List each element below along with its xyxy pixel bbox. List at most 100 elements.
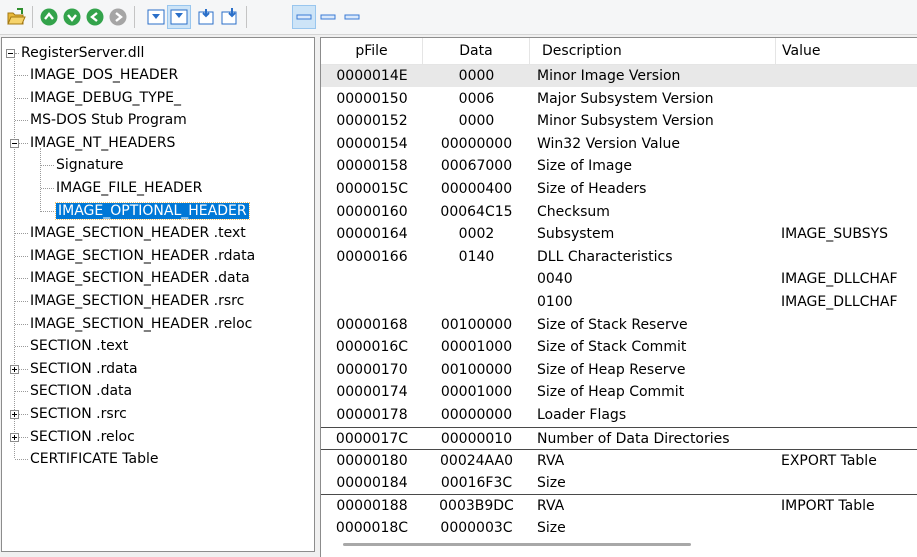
table-row[interactable]: 00000166 0140 DLL Characteristics — [321, 246, 917, 268]
list-header: pFile Data Description Value — [321, 38, 917, 65]
table-row[interactable]: 0000018C 0000003C Size — [321, 517, 917, 539]
tree-item[interactable]: SECTION .reloc — [30, 426, 135, 448]
cell-value — [776, 110, 917, 132]
view-bytes-icon[interactable] — [294, 7, 314, 27]
tree-item-label: IMAGE_DEBUG_TYPE_ — [30, 89, 181, 106]
table-row[interactable]: 00000184 00016F3C Size — [321, 472, 917, 494]
table-row[interactable]: 0000017C 00000010 Number of Data Directori… — [321, 426, 917, 450]
cell-pfile: 00000188 — [336, 498, 408, 515]
view-dword-icon[interactable] — [342, 7, 362, 27]
tree-item[interactable]: IMAGE_SECTION_HEADER .data — [30, 267, 250, 289]
table-row[interactable]: 00000170 00100000 Size of Heap Reserve — [321, 359, 917, 381]
table-row[interactable]: 00000180 00024AA0 RVA EXPORT Table — [321, 449, 917, 472]
cell-value: IMAGE_DLLCHAF — [781, 271, 898, 288]
view-detail-icon[interactable] — [169, 7, 189, 27]
table-row[interactable]: 0000015C 00000400 Size of Headers — [321, 178, 917, 200]
cell-value — [776, 428, 917, 450]
cell-value: IMAGE_SUBSYS — [781, 226, 889, 243]
table-row[interactable]: 00000150 0006 Major Subsystem Version — [321, 88, 917, 110]
tree-item[interactable]: IMAGE_SECTION_HEADER .rsrc — [30, 290, 244, 312]
column-header-description[interactable]: Description — [530, 38, 776, 64]
cell-pfile: 0000015C — [335, 181, 409, 197]
cell-value — [776, 336, 917, 358]
table-row[interactable]: 00000152 0000 Minor Subsystem Version — [321, 110, 917, 132]
column-header-pfile[interactable]: pFile — [321, 38, 423, 64]
horizontal-scrollbar[interactable] — [343, 543, 691, 546]
tree-item[interactable]: SECTION .text — [30, 335, 128, 357]
cell-value — [776, 359, 917, 381]
tree-item[interactable]: SECTION .data — [30, 380, 132, 402]
tree-item-root[interactable]: RegisterServer.dll — [21, 42, 144, 64]
tree-item[interactable]: IMAGE_DOS_HEADER — [30, 64, 178, 86]
tree-item[interactable]: MS-DOS Stub Program — [30, 109, 187, 131]
cell-value: IMPORT Table — [781, 498, 875, 515]
tree-item-label: IMAGE_SECTION_HEADER .rsrc — [30, 293, 245, 309]
table-row[interactable]: 0100 IMAGE_DLLCHAF — [321, 291, 917, 313]
cell-description: Minor Subsystem Version — [537, 113, 714, 130]
nav-last-icon[interactable] — [108, 7, 128, 27]
tree-item-label: IMAGE_NT_HEADERS — [30, 134, 176, 151]
tree-item[interactable]: IMAGE_SECTION_HEADER .reloc — [30, 313, 252, 335]
view-list-icon[interactable] — [146, 7, 166, 27]
table-row[interactable]: 00000160 00064C15 Checksum — [321, 201, 917, 223]
nav-forward-icon[interactable] — [85, 7, 105, 27]
tree-item-label: SECTION .text — [30, 338, 129, 355]
cell-pfile: 00000150 — [336, 90, 408, 107]
nav-first-icon[interactable] — [39, 7, 59, 27]
table-row[interactable]: 0000014E 0000 Minor Image Version — [321, 65, 917, 87]
view-word-icon[interactable] — [318, 7, 338, 27]
view-download-icon[interactable] — [220, 7, 240, 27]
nav-back-icon[interactable] — [62, 7, 82, 27]
table-row[interactable]: 00000164 0002 Subsystem IMAGE_SUBSYS — [321, 223, 917, 245]
tree-item[interactable]: SECTION .rsrc — [30, 403, 127, 425]
table-row[interactable]: 00000158 00067000 Size of Image — [321, 155, 917, 177]
cell-description: DLL Characteristics — [537, 248, 673, 265]
table-row[interactable]: 00000188 0003B9DC RVA IMPORT Table — [321, 494, 917, 517]
table-row[interactable]: 0000016C 00001000 Size of Stack Commit — [321, 336, 917, 358]
cell-description: Major Subsystem Version — [537, 90, 714, 107]
expand-icon[interactable] — [10, 364, 19, 374]
cell-value — [776, 88, 917, 110]
collapse-icon[interactable] — [6, 49, 15, 58]
table-row[interactable]: 00000154 00000000 Win32 Version Value — [321, 133, 917, 155]
cell-description: Checksum — [537, 203, 610, 220]
column-header-data[interactable]: Data — [423, 38, 530, 64]
cell-data: 0002 — [458, 226, 495, 243]
tree-item[interactable]: IMAGE_SECTION_HEADER .rdata — [30, 245, 255, 267]
table-row[interactable]: 00000178 00000000 Loader Flags — [321, 404, 917, 426]
toolbar-separator — [32, 6, 33, 28]
cell-description: Size of Stack Reserve — [537, 316, 688, 333]
cell-data: 0003B9DC — [439, 498, 514, 515]
cell-pfile: 00000170 — [336, 361, 408, 378]
cell-value — [776, 65, 917, 87]
cell-data: 00000400 — [440, 181, 513, 197]
cell-pfile: 00000184 — [336, 474, 408, 491]
table-row[interactable]: 00000168 00100000 Size of Stack Reserve — [321, 314, 917, 336]
tree-item-label: IMAGE_DOS_HEADER — [30, 67, 179, 83]
tree-item[interactable]: IMAGE_OPTIONAL_HEADER — [55, 200, 250, 222]
cell-description: Loader Flags — [537, 407, 627, 423]
tree-item-label: IMAGE_OPTIONAL_HEADER — [55, 201, 250, 220]
tree-item[interactable]: SECTION .rdata — [30, 358, 138, 380]
tree-item[interactable]: IMAGE_SECTION_HEADER .text — [30, 222, 246, 244]
details-list[interactable]: pFile Data Description Value 0000014E 000… — [320, 37, 917, 557]
expand-icon[interactable] — [10, 432, 19, 442]
table-row[interactable]: 0040 IMAGE_DLLCHAF — [321, 268, 917, 290]
tree-item-label: IMAGE_SECTION_HEADER .reloc — [30, 315, 253, 332]
tree-view[interactable]: RegisterServer.dll IMAGE_DOS_HEADER IMAGE… — [1, 37, 315, 552]
cell-description: Size of Stack Commit — [537, 339, 687, 356]
open-folder-icon[interactable] — [6, 7, 26, 27]
expand-icon[interactable] — [10, 410, 19, 419]
tree-item[interactable]: Signature — [56, 154, 124, 176]
table-row[interactable]: 00000174 00001000 Size of Heap Commit — [321, 381, 917, 403]
tree-item-label: IMAGE_SECTION_HEADER .rdata — [30, 247, 256, 264]
tree-item[interactable]: IMAGE_NT_HEADERS — [30, 132, 175, 154]
cell-pfile: 0000017C — [335, 430, 409, 447]
tree-item[interactable]: CERTIFICATE Table — [30, 448, 159, 470]
tree-item[interactable]: IMAGE_DEBUG_TYPE_ — [30, 87, 181, 109]
cell-description: Size — [537, 520, 566, 536]
view-hex-icon[interactable] — [197, 7, 217, 27]
column-header-value[interactable]: Value — [776, 38, 917, 64]
collapse-icon[interactable] — [10, 138, 19, 148]
tree-item[interactable]: IMAGE_FILE_HEADER — [56, 177, 202, 199]
